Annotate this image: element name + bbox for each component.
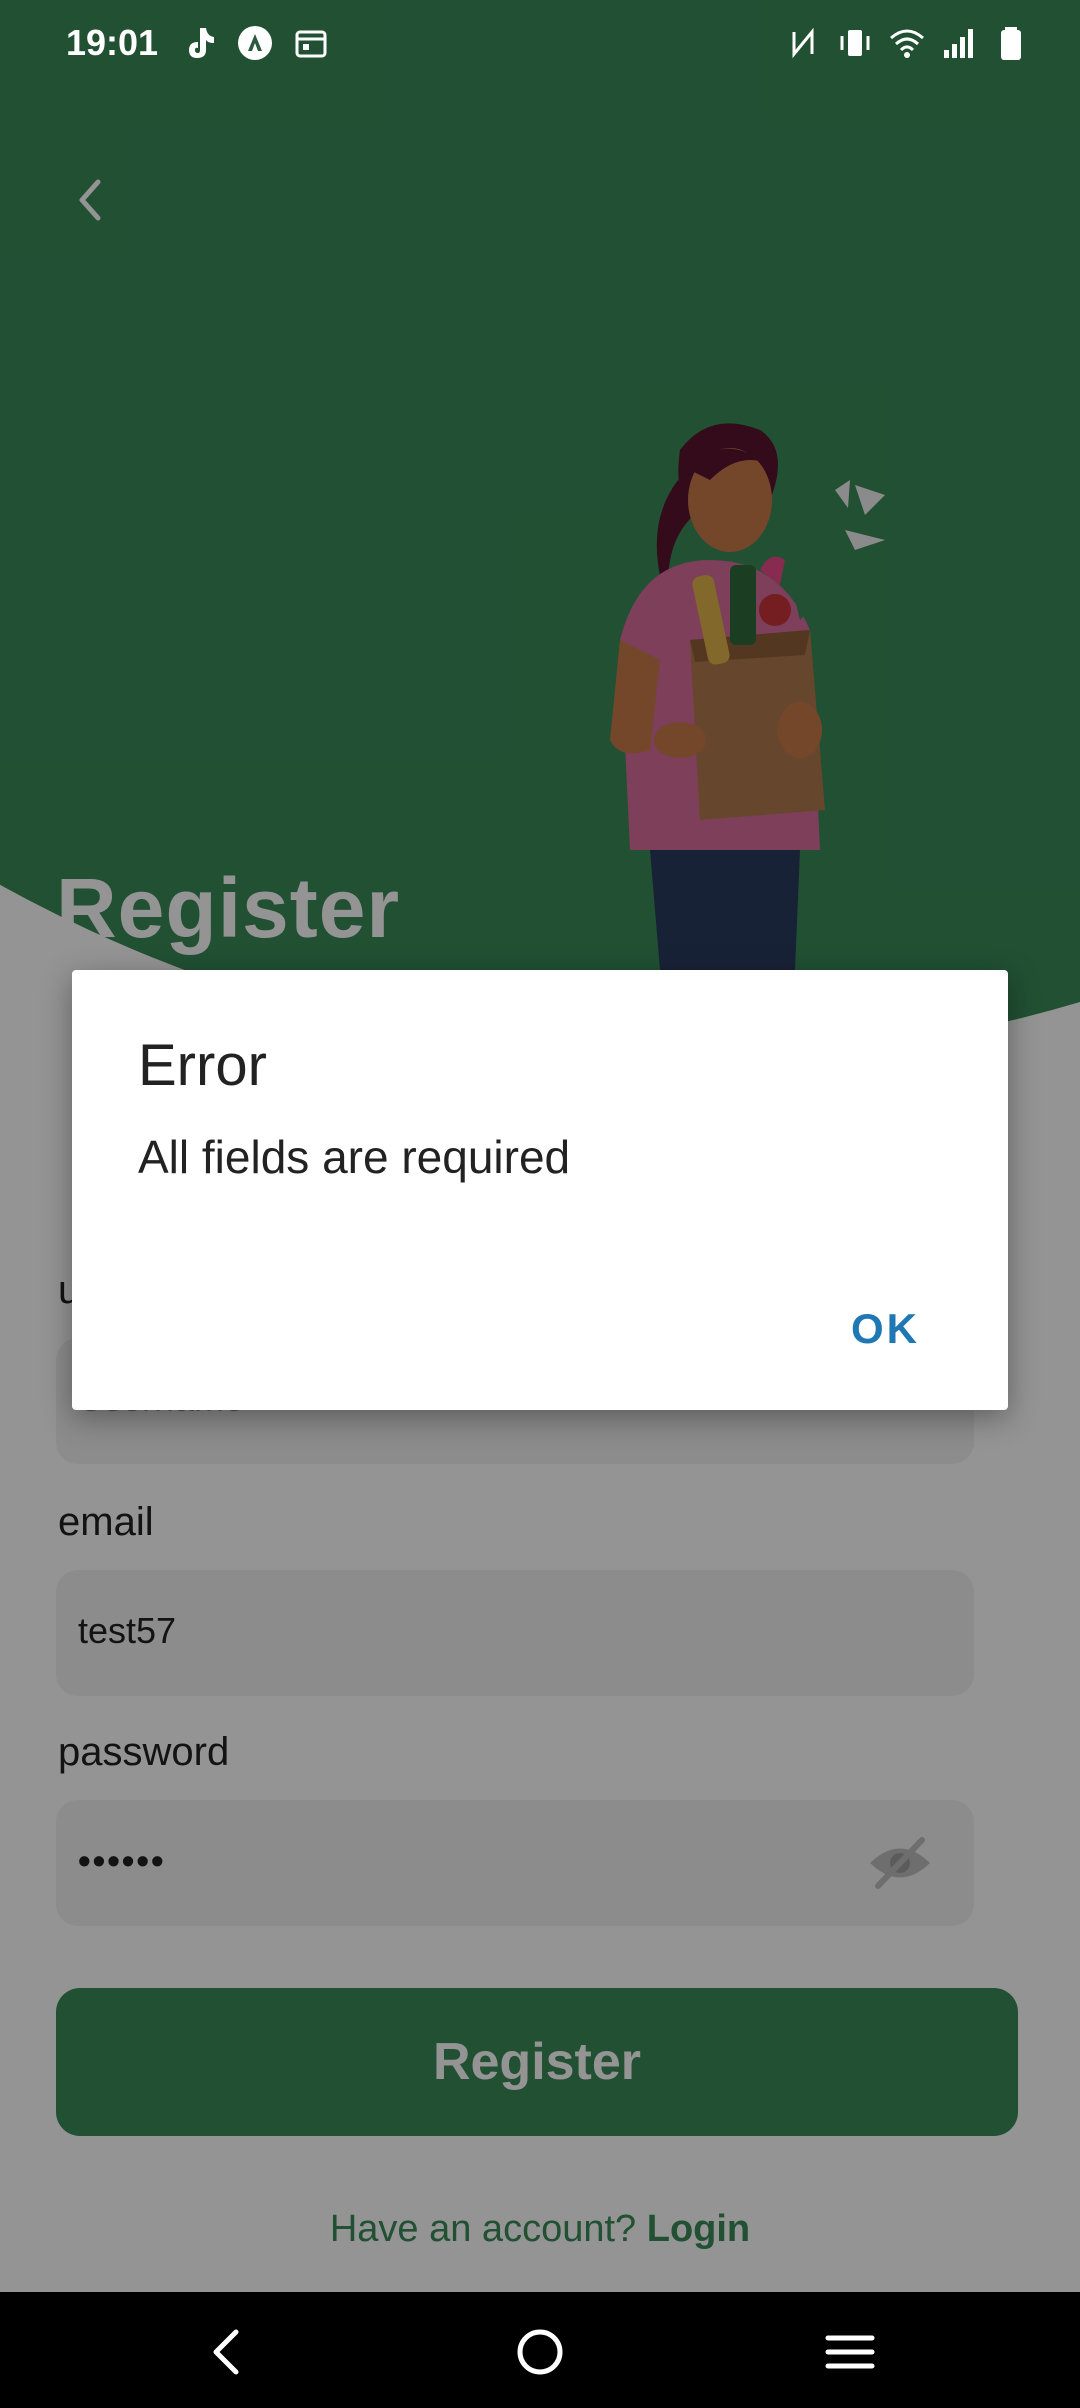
wifi-icon [890,29,924,58]
vibrate-icon [840,30,870,56]
ok-button[interactable]: OK [851,1305,920,1353]
status-time: 19:01 [66,22,159,63]
calendar-icon [295,30,327,58]
dialog-title: Error [138,1033,267,1098]
error-dialog: Error All fields are required OK [72,970,1008,1410]
signal-icon [944,29,973,58]
menu-icon [825,2335,875,2369]
nav-back-button[interactable] [198,2322,258,2382]
tiktok-icon [189,28,214,58]
nav-home-button[interactable] [510,2322,570,2382]
status-bar: 19:01 [0,0,1080,88]
battery-icon [1001,27,1021,60]
nav-menu-button[interactable] [820,2322,880,2382]
nfc-icon [792,27,814,59]
navigation-bar [0,2292,1080,2408]
dialog-message: All fields are required [138,1131,571,1183]
back-icon [213,2329,239,2375]
home-icon [517,2329,563,2375]
app-icon [238,26,272,60]
